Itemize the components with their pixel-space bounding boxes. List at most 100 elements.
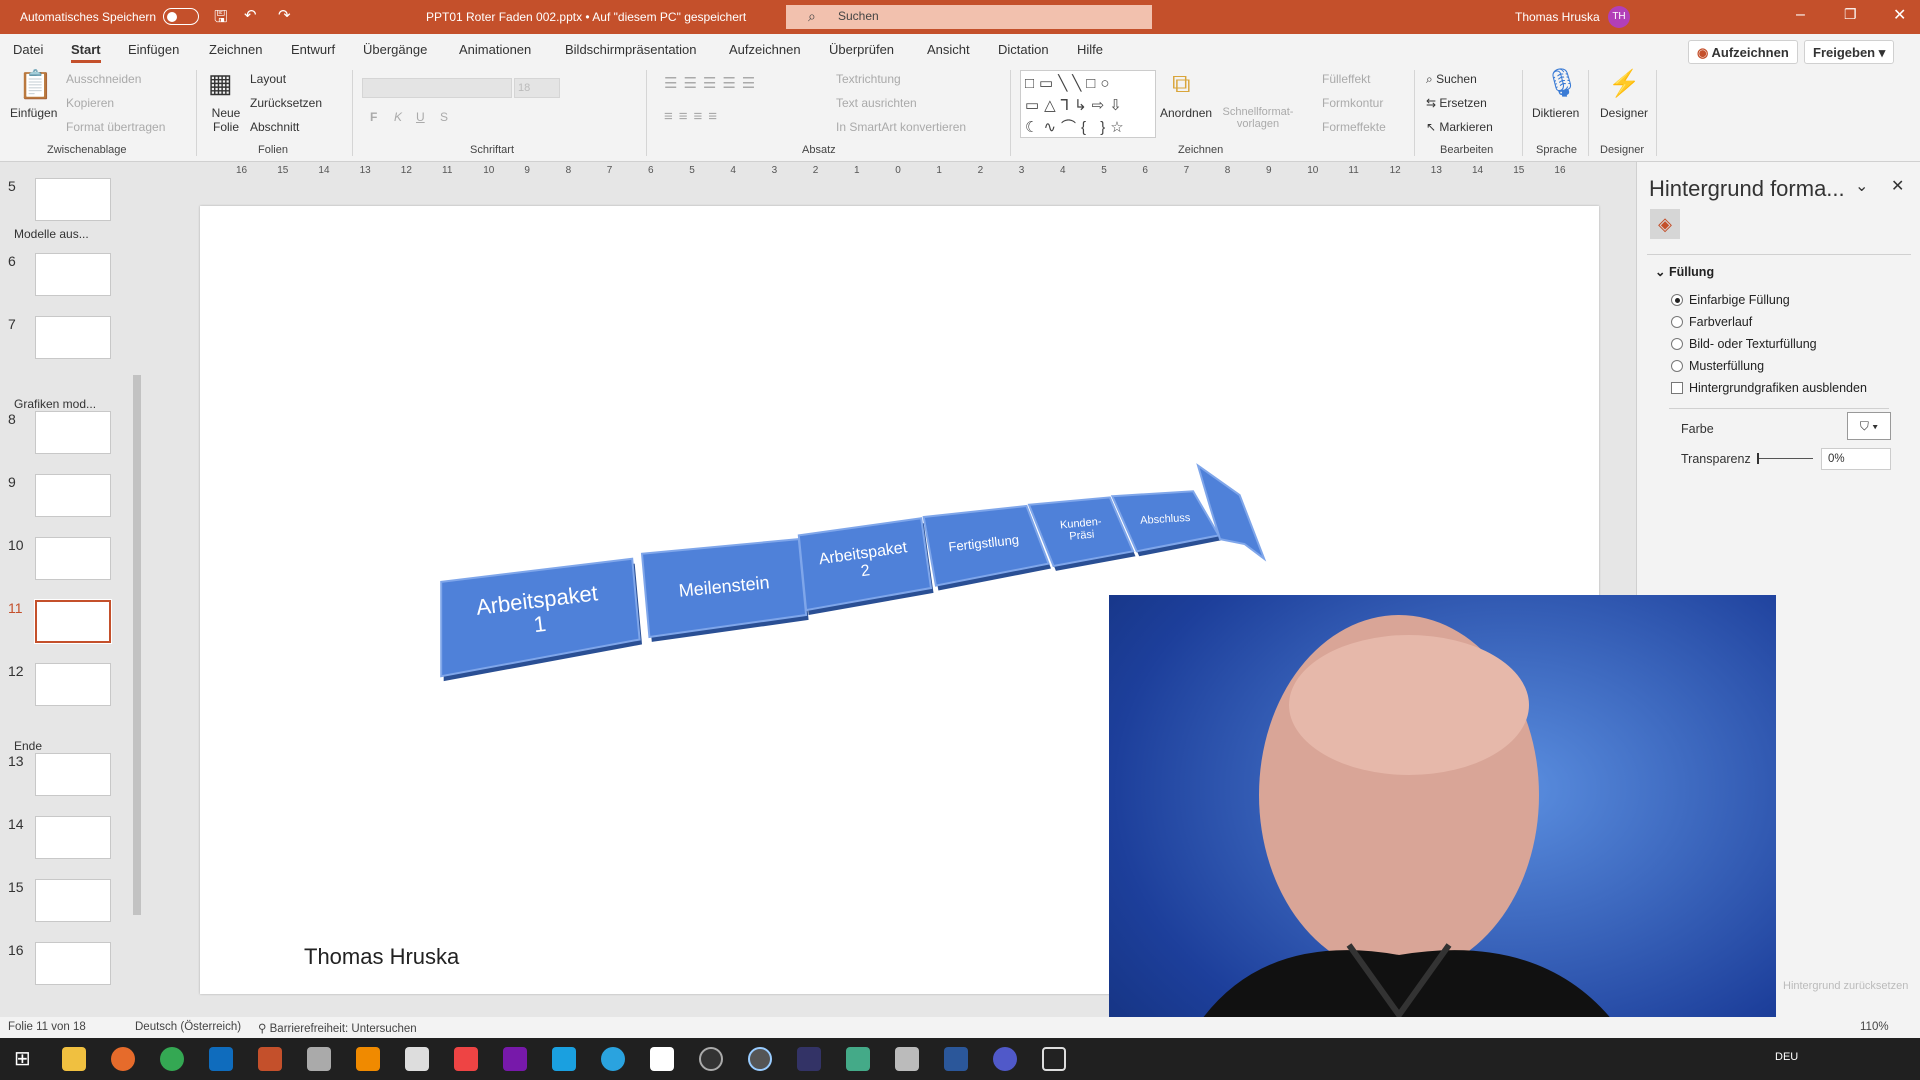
paste-icon[interactable]: 📋	[18, 68, 53, 101]
reset-button[interactable]: Zurücksetzen	[250, 96, 322, 110]
select-button[interactable]: ↖ Markieren	[1426, 120, 1493, 134]
chrome-icon[interactable]	[160, 1047, 184, 1071]
quick-styles-button[interactable]: Schnellformat-vorlagen	[1218, 106, 1298, 130]
tab-ansicht[interactable]: Ansicht	[927, 42, 970, 57]
visio-icon[interactable]	[552, 1047, 576, 1071]
font-size-select[interactable]: 18	[514, 78, 560, 98]
list-icons[interactable]: ☰☰☰☰☰	[664, 74, 761, 92]
tab-aufzeichnen[interactable]: Aufzeichnen	[729, 42, 801, 57]
bold-button[interactable]: F	[370, 110, 377, 124]
autosave-toggle[interactable]	[163, 8, 199, 25]
app-icon[interactable]	[846, 1047, 870, 1071]
arrange-icon[interactable]: ⧉	[1172, 68, 1191, 100]
app-icon[interactable]	[895, 1047, 919, 1071]
section-button[interactable]: Abschnitt	[250, 120, 299, 134]
new-slide-icon[interactable]: ▦	[208, 68, 233, 99]
paste-button[interactable]: Einfügen	[10, 106, 57, 120]
section-header[interactable]: Ende	[14, 739, 42, 753]
new-slide-button[interactable]: Neue Folie	[206, 106, 246, 134]
tab-bildschirmpraesentation[interactable]: Bildschirmpräsentation	[565, 42, 697, 57]
teams-icon[interactable]	[993, 1047, 1017, 1071]
acrobat-icon[interactable]	[650, 1047, 674, 1071]
vlc-icon[interactable]	[356, 1047, 380, 1071]
chevron-down-icon[interactable]: ⌄	[1855, 176, 1868, 196]
app-icon[interactable]	[405, 1047, 429, 1071]
share-button[interactable]: Freigeben ▾	[1804, 40, 1895, 64]
replace-button[interactable]: ⇆ Ersetzen	[1426, 96, 1487, 110]
clock-app-icon[interactable]	[1042, 1047, 1066, 1071]
designer-button[interactable]: Designer	[1600, 106, 1648, 120]
search-input[interactable]: ⌕ Suchen	[786, 5, 1152, 29]
outlook-icon[interactable]	[209, 1047, 233, 1071]
tab-hilfe[interactable]: Hilfe	[1077, 42, 1103, 57]
designer-icon[interactable]: ⚡	[1608, 68, 1640, 99]
transparency-input[interactable]: 0%	[1821, 448, 1891, 470]
avatar[interactable]: TH	[1608, 6, 1630, 28]
shape-outline-button[interactable]: Formkontur	[1322, 96, 1383, 110]
smartart-button[interactable]: In SmartArt konvertieren	[836, 120, 966, 134]
close-icon[interactable]: ✕	[1893, 5, 1906, 25]
slide-thumbnail[interactable]	[35, 879, 111, 922]
redo-icon[interactable]: ↷	[278, 6, 291, 24]
tab-datei[interactable]: Datei	[13, 42, 43, 57]
shape-effects-button[interactable]: Formeffekte	[1322, 120, 1386, 134]
close-icon[interactable]: ✕	[1891, 176, 1904, 196]
slide-thumbnail[interactable]	[35, 253, 111, 296]
app-icon[interactable]	[454, 1047, 478, 1071]
tab-dictation[interactable]: Dictation	[998, 42, 1049, 57]
keyboard-language-indicator[interactable]: DEU	[1775, 1051, 1798, 1063]
explorer-icon[interactable]	[62, 1047, 86, 1071]
app-icon[interactable]	[748, 1047, 772, 1071]
tab-start[interactable]: Start	[71, 42, 101, 63]
maximize-icon[interactable]: ❐	[1844, 6, 1857, 23]
save-icon[interactable]: 🖫	[214, 6, 228, 33]
shadow-button[interactable]: S	[440, 110, 448, 124]
microphone-icon[interactable]: 🎙	[1544, 66, 1580, 99]
telegram-icon[interactable]	[601, 1047, 625, 1071]
fill-section-header[interactable]: ⌄ Füllung	[1655, 264, 1714, 279]
slide-thumbnail[interactable]	[35, 942, 111, 985]
file-name[interactable]: PPT01 Roter Faden 002.pptx • Auf "diesem…	[426, 10, 746, 24]
font-name-select[interactable]	[362, 78, 512, 98]
slide-thumbnail[interactable]	[35, 178, 111, 221]
section-header[interactable]: Modelle aus...	[14, 227, 89, 241]
format-painter-button[interactable]: Format übertragen	[66, 120, 165, 134]
italic-button[interactable]: K	[394, 110, 402, 124]
align-icons[interactable]: ≡≡≡≡	[664, 108, 723, 125]
underline-button[interactable]: U	[416, 110, 425, 124]
firefox-icon[interactable]	[111, 1047, 135, 1071]
radio-picture-fill[interactable]	[1671, 338, 1683, 350]
thumbnail-scrollbar[interactable]	[131, 165, 143, 1015]
onenote-icon[interactable]	[503, 1047, 527, 1071]
slide-thumbnail[interactable]	[35, 316, 111, 359]
arrow-head[interactable]	[1196, 463, 1267, 562]
zoom-level[interactable]: 110%	[1860, 1021, 1889, 1033]
slide-thumbnail[interactable]	[34, 599, 112, 644]
undo-icon[interactable]: ↶	[244, 6, 257, 24]
layout-button[interactable]: Layout	[250, 72, 286, 86]
shape-fill-button[interactable]: Fülleffekt	[1322, 72, 1370, 86]
windows-start-icon[interactable]: ⊞	[14, 1046, 31, 1071]
slide-thumbnail[interactable]	[35, 537, 111, 580]
accessibility-status[interactable]: ⚲ Barrierefreiheit: Untersuchen	[258, 1021, 417, 1035]
word-icon[interactable]	[944, 1047, 968, 1071]
hide-graphics-checkbox[interactable]	[1671, 382, 1683, 394]
section-header[interactable]: Grafiken mod...	[14, 397, 96, 411]
slide-thumbnail[interactable]	[35, 753, 111, 796]
radio-pattern-fill[interactable]	[1671, 360, 1683, 372]
find-button[interactable]: ⌕ Suchen	[1426, 72, 1477, 87]
reset-background-button[interactable]: Hintergrund zurücksetzen	[1783, 980, 1908, 992]
powerpoint-icon[interactable]	[258, 1047, 282, 1071]
shapes-gallery[interactable]: □▭╲╲□○ ▭△⅂↳⇨⇩ ☾∿⌒{ }☆	[1020, 70, 1156, 138]
language-status[interactable]: Deutsch (Österreich)	[135, 1021, 241, 1033]
fill-tab-icon[interactable]: ◈	[1650, 209, 1680, 239]
slide-thumbnail[interactable]	[35, 816, 111, 859]
tab-entwurf[interactable]: Entwurf	[291, 42, 335, 57]
app-icon[interactable]	[307, 1047, 331, 1071]
cut-button[interactable]: Ausschneiden	[66, 72, 141, 86]
tab-animationen[interactable]: Animationen	[459, 42, 531, 57]
dictate-button[interactable]: Diktieren	[1532, 106, 1579, 120]
tab-zeichnen[interactable]: Zeichnen	[209, 42, 262, 57]
tab-einfuegen[interactable]: Einfügen	[128, 42, 179, 57]
obs-icon[interactable]	[699, 1047, 723, 1071]
